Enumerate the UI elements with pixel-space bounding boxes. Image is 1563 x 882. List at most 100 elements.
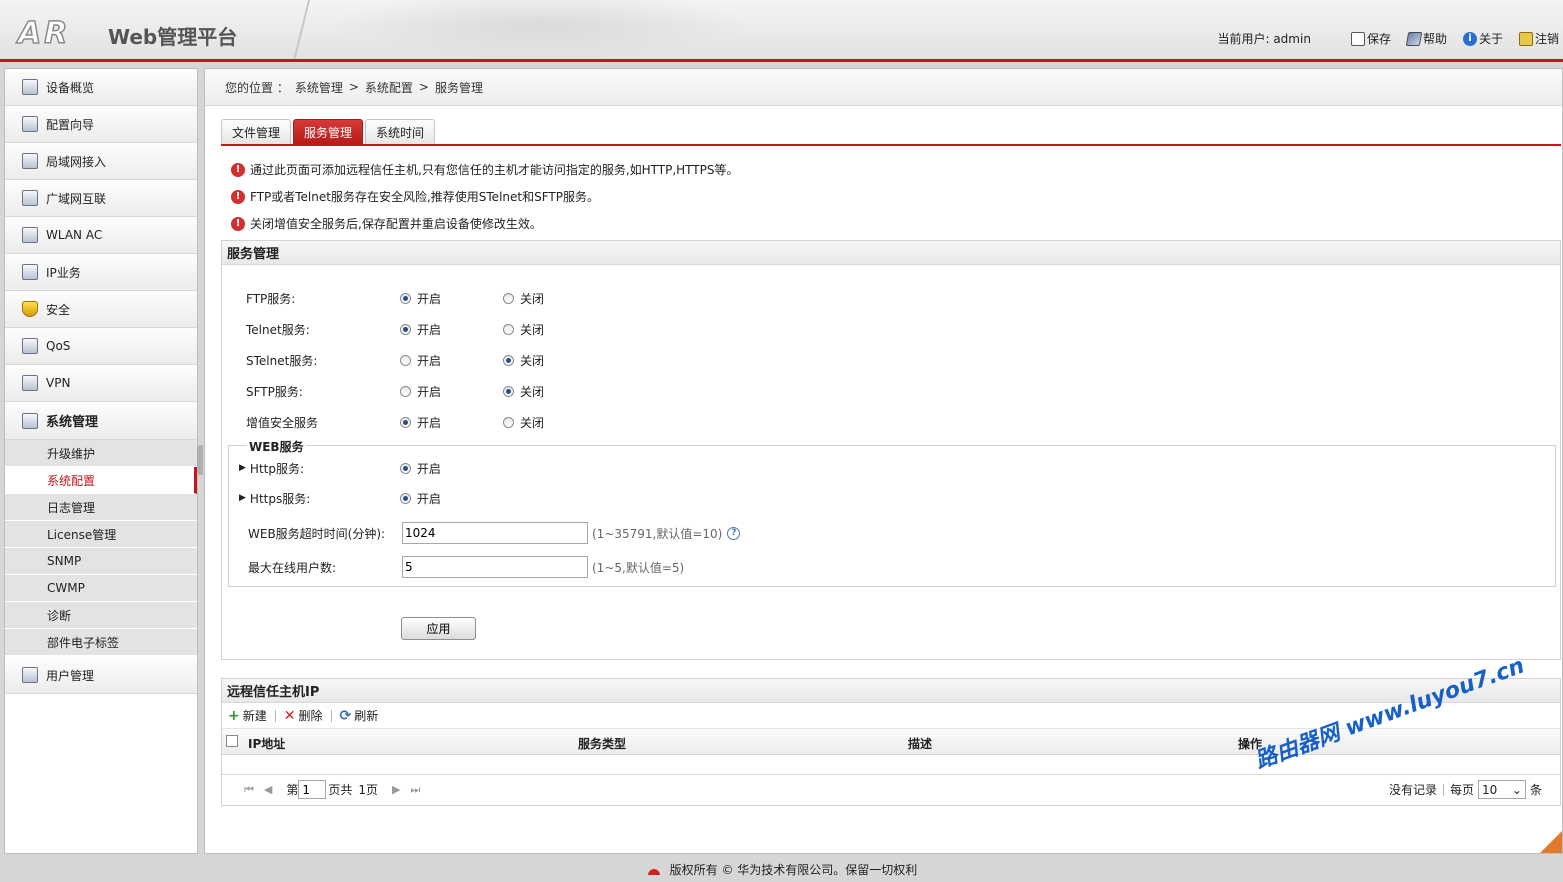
stelnet-off-radio[interactable]: 关闭	[503, 352, 606, 369]
tab-bar: 文件管理 服务管理 系统时间	[221, 119, 437, 144]
web-service-fieldset: WEB服务 ▶ Http服务: 开启 ▶ Https服务: 开启 WEB服务超时…	[228, 438, 1556, 587]
shield-icon	[22, 301, 38, 317]
tab-file-management[interactable]: 文件管理	[221, 119, 292, 144]
notice-list: ! 通过此页面可添加远程信任主机,只有您信任的主机才能访问指定的服务,如HTTP,…	[231, 156, 738, 237]
ftp-on-radio[interactable]: 开启	[400, 290, 503, 307]
section-title: 服务管理	[222, 241, 1560, 265]
sidebar-subitem-cwmp[interactable]: CWMP	[5, 575, 197, 602]
expand-arrow-icon[interactable]: ▶	[239, 463, 246, 473]
ftp-off-radio[interactable]: 关闭	[503, 290, 606, 307]
sidebar-item-system-management[interactable]: 系统管理	[5, 402, 197, 440]
chevron-down-icon: ⌄	[1511, 782, 1522, 797]
sidebar-item-vpn[interactable]: VPN	[5, 365, 197, 402]
next-page-icon[interactable]: ▶	[392, 783, 400, 796]
help-button[interactable]: 帮助	[1405, 30, 1447, 47]
warning-icon: !	[231, 189, 245, 204]
platform-title: Web管理平台	[108, 25, 238, 49]
web-service-legend: WEB服务	[247, 438, 306, 455]
telnet-on-radio[interactable]: 开启	[400, 321, 503, 338]
vas-on-radio[interactable]: 开启	[400, 414, 503, 431]
per-page-select[interactable]: 10 ⌄	[1477, 780, 1526, 799]
table-body-empty	[222, 755, 1560, 775]
sidebar-item-ip-service[interactable]: IP业务	[5, 254, 197, 291]
sftp-service-row: SFTP服务: 开启 关闭	[246, 381, 606, 401]
select-all-checkbox[interactable]	[226, 735, 238, 747]
sidebar-collapse-handle[interactable]	[197, 445, 203, 475]
pager-right: 没有记录 每页 10 ⌄ 条	[1389, 780, 1542, 799]
first-page-icon[interactable]: ⏮	[244, 783, 254, 797]
toolbar-separator	[274, 709, 276, 722]
wifi-icon	[22, 227, 38, 243]
logout-button[interactable]: 注销	[1518, 30, 1559, 47]
max-users-input[interactable]	[402, 556, 588, 578]
vas-off-radio[interactable]: 关闭	[503, 414, 606, 431]
apply-button[interactable]: 应用	[401, 617, 476, 640]
current-user: 当前用户: admin	[1217, 32, 1311, 46]
http-service-row: ▶ Http服务: 开启	[239, 458, 503, 478]
sidebar-subitem-log[interactable]: 日志管理	[5, 494, 197, 521]
sidebar-item-lan-access[interactable]: 局域网接入	[5, 143, 197, 180]
stelnet-on-radio[interactable]: 开启	[400, 352, 503, 369]
corner-decoration	[1540, 831, 1562, 853]
sidebar-subitem-system-config[interactable]: 系统配置	[5, 467, 197, 494]
wizard-icon	[22, 116, 38, 132]
sidebar-subitem-snmp[interactable]: SNMP	[5, 548, 197, 575]
prev-page-icon[interactable]: ◀	[264, 783, 272, 796]
sidebar-subitem-license[interactable]: License管理	[5, 521, 197, 548]
ip-icon	[22, 264, 38, 280]
service-management-section: 服务管理 FTP服务: 开启 关闭 Telnet服务: 开启 关闭 STelne…	[221, 240, 1561, 660]
sidebar-subitem-diagnosis[interactable]: 诊断	[5, 602, 197, 629]
sftp-off-radio[interactable]: 关闭	[503, 383, 606, 400]
sftp-on-radio[interactable]: 开启	[400, 383, 503, 400]
delete-button[interactable]: ✕ 删除	[284, 707, 323, 724]
tab-system-time[interactable]: 系统时间	[365, 119, 436, 144]
https-on-radio[interactable]: 开启	[399, 490, 503, 507]
sidebar-item-device-overview[interactable]: 设备概览	[5, 69, 197, 106]
web-timeout-input[interactable]	[402, 522, 588, 544]
sidebar-item-security[interactable]: 安全	[5, 291, 197, 328]
about-button[interactable]: i 关于	[1462, 30, 1503, 47]
warning-icon: !	[231, 216, 245, 231]
sidebar-item-qos[interactable]: QoS	[5, 328, 197, 365]
section-title: 远程信任主机IP	[222, 679, 1560, 703]
column-service-type: 服务类型	[578, 737, 627, 751]
monitor-icon	[22, 79, 38, 95]
logout-icon	[1518, 31, 1533, 46]
column-description: 描述	[908, 737, 933, 751]
last-page-icon[interactable]: ⏭	[411, 783, 421, 797]
breadcrumb: 您的位置 ： 系统管理 > 系统配置 > 服务管理	[205, 69, 1562, 106]
question-icon[interactable]: ?	[727, 526, 741, 540]
notice-item: ! 通过此页面可添加远程信任主机,只有您信任的主机才能访问指定的服务,如HTTP,…	[231, 156, 738, 183]
system-icon	[22, 412, 38, 429]
tab-underline	[221, 144, 1561, 146]
plus-icon: +	[228, 707, 240, 724]
ftp-service-row: FTP服务: 开启 关闭	[246, 288, 606, 308]
refresh-button[interactable]: ⟳ 刷新	[340, 707, 379, 724]
page-number-input[interactable]	[298, 780, 327, 799]
lan-icon	[22, 153, 38, 169]
info-icon: i	[1462, 31, 1477, 46]
tab-service-management[interactable]: 服务管理	[293, 119, 364, 144]
column-ip-address: IP地址	[248, 737, 286, 751]
toolbar-separator	[330, 709, 332, 722]
sidebar-item-user-management[interactable]: 用户管理	[5, 657, 197, 694]
sidebar-subitem-elabel[interactable]: 部件电子标签	[5, 629, 197, 656]
sidebar-subitem-upgrade[interactable]: 升级维护	[5, 440, 197, 467]
sidebar-item-wlan-ac[interactable]: WLAN AC	[5, 217, 197, 254]
header-actions: 当前用户: admin 保存 帮助 i 关于 注销	[1217, 30, 1559, 47]
sidebar: 设备概览 配置向导 局域网接入 广域网互联 WLAN AC IP业务 安全 Qo…	[4, 68, 198, 854]
telnet-service-row: Telnet服务: 开启 关闭	[246, 319, 606, 339]
save-icon	[1350, 31, 1365, 46]
telnet-off-radio[interactable]: 关闭	[503, 321, 606, 338]
sidebar-item-wan-interconnect[interactable]: 广域网互联	[5, 180, 197, 217]
http-on-radio[interactable]: 开启	[399, 460, 503, 477]
sidebar-item-config-wizard[interactable]: 配置向导	[5, 106, 197, 143]
new-button[interactable]: + 新建	[228, 707, 267, 724]
expand-arrow-icon[interactable]: ▶	[239, 493, 246, 503]
vpn-icon	[22, 375, 38, 391]
notice-item: ! 关闭增值安全服务后,保存配置并重启设备使修改生效。	[231, 210, 738, 237]
footer: 版权所有 © 华为技术有限公司。保留一切权利	[0, 856, 1563, 882]
delete-x-icon: ✕	[283, 707, 296, 724]
save-button[interactable]: 保存	[1350, 30, 1391, 47]
web-timeout-row: WEB服务超时时间(分钟): (1~35791,默认值=10) ?	[248, 521, 741, 545]
